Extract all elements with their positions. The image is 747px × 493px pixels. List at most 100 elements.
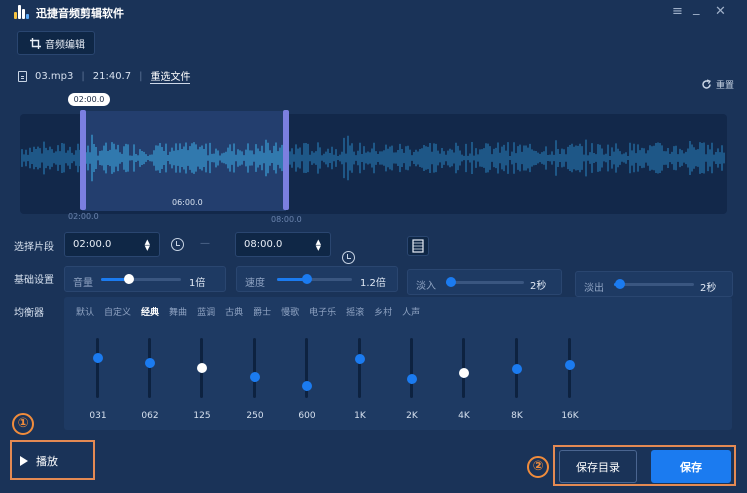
volume-slider[interactable]	[101, 274, 181, 284]
preset-tab[interactable]: 爵士	[253, 305, 271, 318]
volume-value: 1倍	[189, 278, 206, 289]
refresh-icon	[702, 79, 711, 89]
eq-band-slider[interactable]	[144, 338, 155, 398]
eq-band-label: 250	[246, 411, 264, 421]
preset-tab[interactable]: 人声	[402, 305, 420, 318]
segment-end-value: 08:00.0	[244, 239, 283, 250]
speed-label: 速度	[245, 278, 265, 289]
tab-audio-edit[interactable]: 音频编辑	[17, 31, 95, 55]
speed-knob[interactable]	[302, 274, 312, 284]
segment-start-value: 02:00.0	[73, 239, 112, 250]
preset-tab[interactable]: 乡村	[374, 305, 392, 318]
preset-tab[interactable]: 古典	[225, 305, 243, 318]
file-info: 03.mp3 | 21:40.7 | 重选文件	[18, 68, 191, 84]
equalizer-label: 均衡器	[14, 308, 44, 319]
eq-band-knob[interactable]	[249, 372, 260, 382]
eq-band-knob[interactable]	[196, 363, 207, 373]
eq-band-knob[interactable]	[92, 352, 103, 363]
save-directory-button[interactable]: 保存目录	[559, 450, 637, 483]
eq-band-knob[interactable]	[301, 381, 312, 391]
preset-tab[interactable]: 舞曲	[169, 305, 187, 318]
fade-in-knob[interactable]	[446, 277, 457, 287]
middle-time-label: 06:00.0	[172, 198, 203, 207]
segment-end-input[interactable]: 08:00.0 ▲ ▼	[235, 232, 331, 257]
eq-band-knob[interactable]	[144, 358, 155, 369]
speed-value: 1.2倍	[360, 278, 386, 289]
preset-tab[interactable]: 蓝调	[197, 305, 215, 318]
eq-band-slider[interactable]	[249, 338, 260, 398]
volume-label: 音量	[73, 278, 93, 289]
crop-icon	[30, 37, 41, 49]
eq-band-slider[interactable]	[406, 338, 417, 398]
preset-tab[interactable]: 慢歌	[281, 305, 299, 318]
eq-band-knob[interactable]	[511, 364, 522, 375]
play-label: 播放	[36, 455, 58, 468]
eq-band-knob[interactable]	[406, 373, 417, 384]
app-title: 迅捷音频剪辑软件	[36, 7, 124, 20]
fade-out-value: 2秒	[700, 283, 717, 294]
eq-band-label: 062	[141, 411, 159, 421]
fade-in-slider[interactable]	[446, 277, 524, 287]
preset-tab[interactable]: 电子乐	[309, 305, 336, 318]
close-icon[interactable]: ✕	[715, 5, 726, 18]
save-button[interactable]: 保存	[651, 450, 731, 483]
preset-tab[interactable]: 经典	[141, 305, 159, 318]
eq-band-slider[interactable]	[196, 338, 207, 398]
eq-band-slider[interactable]	[564, 338, 575, 398]
eq-band-knob[interactable]	[458, 367, 469, 378]
play-button[interactable]: 播放	[20, 449, 80, 473]
volume-control: 音量 1倍	[64, 266, 226, 292]
divider: |	[81, 70, 85, 82]
speed-control: 速度 1.2倍	[236, 266, 398, 292]
reset-button[interactable]: 重置	[701, 78, 734, 91]
history-icon[interactable]	[171, 238, 184, 251]
fade-out-knob[interactable]	[614, 279, 625, 289]
selection-start-handle[interactable]	[80, 110, 86, 210]
eq-band-label: 125	[193, 411, 211, 421]
fade-out-label: 淡出	[584, 283, 604, 294]
spinner-icon[interactable]: ▲ ▼	[145, 239, 150, 252]
eq-band-slider[interactable]	[354, 338, 365, 398]
speed-slider[interactable]	[277, 274, 352, 284]
segment-start-input[interactable]: 02:00.0 ▲ ▼	[64, 232, 160, 257]
eq-band-label: 1K	[354, 411, 366, 421]
basic-settings-label: 基础设置	[14, 275, 54, 286]
eq-band-slider[interactable]	[511, 338, 522, 398]
file-duration: 21:40.7	[92, 70, 132, 82]
segment-label: 选择片段	[14, 242, 54, 253]
film-icon	[412, 239, 424, 253]
eq-band-label: 600	[298, 411, 316, 421]
start-time-label: 02:00.0	[68, 212, 99, 221]
waveform-graphic	[21, 134, 725, 182]
end-time-label: 08:00.0	[271, 215, 302, 224]
menu-icon[interactable]: ≡	[672, 5, 683, 18]
tab-label: 音频编辑	[45, 39, 85, 51]
fade-in-label: 淡入	[416, 281, 436, 292]
eq-band-label: 031	[89, 411, 107, 421]
eq-band-knob[interactable]	[354, 354, 365, 364]
fade-in-control: 淡入 2秒	[407, 269, 562, 295]
equalizer-presets: 默认 自定义 经典 舞曲 蓝调 古典 爵士 慢歌 电子乐 摇滚 乡村 人声	[76, 305, 420, 318]
eq-band-slider[interactable]	[301, 338, 312, 398]
eq-band-slider[interactable]	[92, 338, 103, 398]
range-dash: —	[200, 238, 210, 249]
reset-label: 重置	[716, 81, 735, 91]
file-name: 03.mp3	[35, 70, 74, 82]
preset-tab[interactable]: 默认	[76, 305, 94, 318]
eq-band-label: 4K	[458, 411, 470, 421]
volume-knob[interactable]	[124, 274, 134, 284]
eq-band-slider[interactable]	[458, 338, 469, 398]
fade-in-value: 2秒	[530, 281, 547, 292]
fade-out-control: 淡出 2秒	[575, 271, 733, 297]
fade-out-slider[interactable]	[614, 279, 694, 289]
play-icon	[20, 456, 28, 466]
reselect-file-link[interactable]: 重选文件	[150, 68, 191, 84]
preset-tab[interactable]: 摇滚	[346, 305, 364, 318]
film-clip-button[interactable]	[407, 236, 429, 256]
preset-tab[interactable]: 自定义	[104, 305, 131, 318]
eq-band-knob[interactable]	[564, 360, 575, 370]
selection-end-handle[interactable]	[283, 110, 289, 210]
history-icon[interactable]	[342, 251, 355, 264]
spinner-icon[interactable]: ▲ ▼	[316, 239, 321, 252]
minimize-icon[interactable]: _	[693, 2, 700, 15]
